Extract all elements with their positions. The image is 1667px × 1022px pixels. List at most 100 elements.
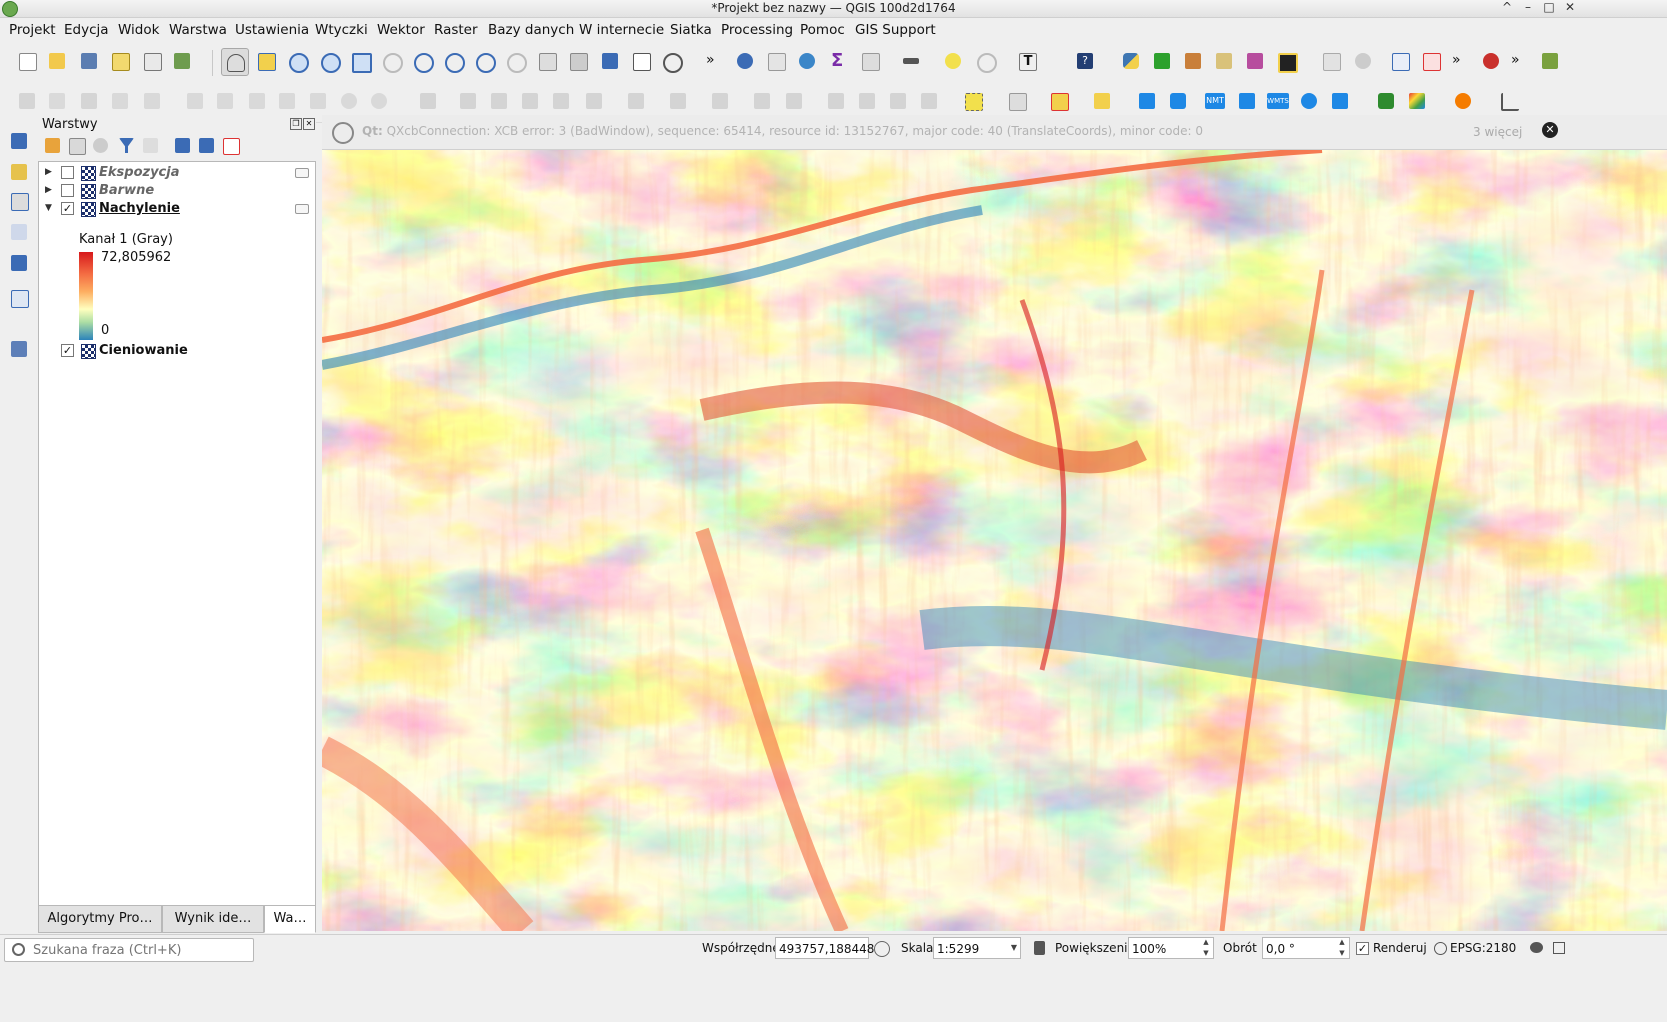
layer-name[interactable]: Cieniowanie (99, 343, 188, 358)
expand-all-button[interactable] (172, 135, 194, 157)
window-maximize-button[interactable]: □ (1539, 0, 1559, 14)
tab-identify-results[interactable]: Wynik ide… (162, 905, 264, 933)
tab-processing-algorithms[interactable]: Algorytmy Pro… (38, 905, 162, 933)
layer-row-barwne[interactable]: ▶ Barwne (39, 182, 315, 200)
toolbar-more-3[interactable]: » (1511, 52, 1520, 68)
globe-plugin-button[interactable] (1296, 88, 1322, 114)
new-project-button[interactable] (14, 48, 40, 74)
zoom-layer-button[interactable] (409, 48, 435, 74)
menu-gis-support[interactable]: GIS Support (855, 22, 936, 38)
layers-plugin-button[interactable] (1234, 88, 1260, 114)
menu-wtyczki[interactable]: Wtyczki (315, 22, 368, 38)
extra-status-icon[interactable] (1553, 942, 1565, 954)
layer-row-cieniowanie[interactable]: ✓ Cieniowanie (39, 342, 315, 360)
advanced-digitize-12-button[interactable] (823, 88, 849, 114)
advanced-digitize-14-button[interactable] (885, 88, 911, 114)
copy-features-button[interactable] (274, 88, 300, 114)
new-print-layout-button[interactable] (107, 48, 133, 74)
layer-name[interactable]: Barwne (99, 183, 154, 198)
menu-warstwa[interactable]: Warstwa (169, 22, 227, 38)
add-wms-button[interactable] (6, 336, 32, 362)
statistics-button[interactable]: Σ (826, 48, 852, 74)
message-more-link[interactable]: 3 więcej (1473, 125, 1522, 139)
plugin-chart-button[interactable] (1496, 88, 1522, 114)
plugin-map-button[interactable] (1180, 48, 1206, 74)
zoom-native-button[interactable] (440, 48, 466, 74)
message-close-icon[interactable]: ✕ (1542, 122, 1558, 138)
expand-arrow-icon[interactable]: ▶ (45, 167, 52, 177)
advanced-digitize-7-button[interactable] (623, 88, 649, 114)
advanced-digitize-4-button[interactable] (517, 88, 543, 114)
show-bookmarks-button[interactable] (628, 48, 654, 74)
plugin-vertex-button[interactable] (1211, 48, 1237, 74)
locator-search[interactable] (4, 938, 254, 962)
layer-row-ekspozycja[interactable]: ▶ Ekspozycja (39, 164, 315, 182)
messages-icon[interactable] (1530, 942, 1543, 953)
add-spatialite-button[interactable] (6, 250, 32, 276)
layer-checkbox[interactable]: ✓ (61, 202, 74, 215)
menu-raster[interactable]: Raster (434, 22, 478, 38)
vertex-tool-button[interactable] (139, 88, 165, 114)
advanced-digitize-5-button[interactable] (548, 88, 574, 114)
collapse-arrow-icon[interactable]: ▼ (45, 203, 52, 213)
float-panel-button[interactable]: ❐ (290, 118, 302, 130)
add-group-button[interactable] (66, 135, 88, 157)
magnifier-spinner-icon[interactable]: ▲ ▼ (1200, 937, 1212, 959)
cut-features-button[interactable] (244, 88, 270, 114)
add-feature-button[interactable] (107, 88, 133, 114)
filter-expression-button[interactable] (140, 135, 162, 157)
menu-siatka[interactable]: Siatka (670, 22, 712, 38)
rotation-spinner-icon[interactable]: ▲ ▼ (1336, 937, 1348, 959)
redo-button[interactable] (366, 88, 392, 114)
advanced-digitize-9-button[interactable] (707, 88, 733, 114)
plugin-terrain-button[interactable] (1149, 48, 1175, 74)
tab-layers[interactable]: Wa… (264, 905, 316, 933)
window-minimize-button[interactable]: – (1518, 0, 1538, 14)
toggle-editing-button[interactable] (44, 88, 70, 114)
nmt-button[interactable]: NMT (1202, 88, 1228, 114)
open-project-button[interactable] (44, 48, 70, 74)
layout-manager-button[interactable] (139, 48, 165, 74)
advanced-digitize-6-button[interactable] (581, 88, 607, 114)
advanced-digitize-1-button[interactable] (415, 88, 441, 114)
temporal-controller-button[interactable] (658, 48, 684, 74)
menu-edycja[interactable]: Edycja (64, 22, 109, 38)
toolbar-more-1[interactable]: » (706, 52, 715, 68)
search-input[interactable] (31, 941, 250, 960)
advanced-digitize-15-button[interactable] (916, 88, 942, 114)
zoom-full-button[interactable] (347, 48, 373, 74)
filter-legend-button[interactable] (116, 135, 138, 157)
window-shade-button[interactable]: ^ (1497, 0, 1517, 14)
visibility-button[interactable] (90, 135, 112, 157)
select-location-button[interactable] (1089, 88, 1115, 114)
label-abc-button[interactable] (1418, 48, 1444, 74)
decorations-button[interactable] (972, 48, 998, 74)
plugin-target-button[interactable] (1165, 88, 1191, 114)
style-layer-button[interactable] (42, 135, 64, 157)
zoom-last-button[interactable] (471, 48, 497, 74)
plugin-tool-button[interactable] (1537, 48, 1563, 74)
delete-selected-button[interactable] (212, 88, 238, 114)
undo-button[interactable] (336, 88, 362, 114)
plugin-road-button[interactable] (1273, 48, 1299, 74)
field-calculator-button[interactable] (857, 48, 883, 74)
advanced-digitize-10-button[interactable] (749, 88, 775, 114)
layer-row-nachylenie[interactable]: ▼ ✓ Nachylenie (39, 200, 315, 218)
select-by-value-button[interactable] (1004, 88, 1030, 114)
plugin-search-button[interactable] (1373, 88, 1399, 114)
layer-checkbox[interactable] (61, 184, 74, 197)
plugin-grid-button[interactable] (1134, 88, 1160, 114)
deselect-all-button[interactable] (1046, 88, 1072, 114)
layer-indicator-icon[interactable] (295, 204, 309, 214)
crs-button[interactable]: EPSG:2180 (1450, 941, 1516, 955)
zoom-selection-button[interactable] (378, 48, 404, 74)
add-vector-button[interactable] (6, 159, 32, 185)
new-3d-view-button[interactable] (565, 48, 591, 74)
layer-checkbox[interactable]: ✓ (61, 344, 74, 357)
plugin-profile-button[interactable] (1242, 48, 1268, 74)
label-ab-button[interactable] (1387, 48, 1413, 74)
pan-map-button[interactable] (221, 48, 249, 76)
chevron-down-icon[interactable]: ▼ (1008, 942, 1020, 964)
close-panel-button[interactable]: ✕ (303, 118, 315, 130)
remove-layer-button[interactable] (220, 135, 242, 157)
